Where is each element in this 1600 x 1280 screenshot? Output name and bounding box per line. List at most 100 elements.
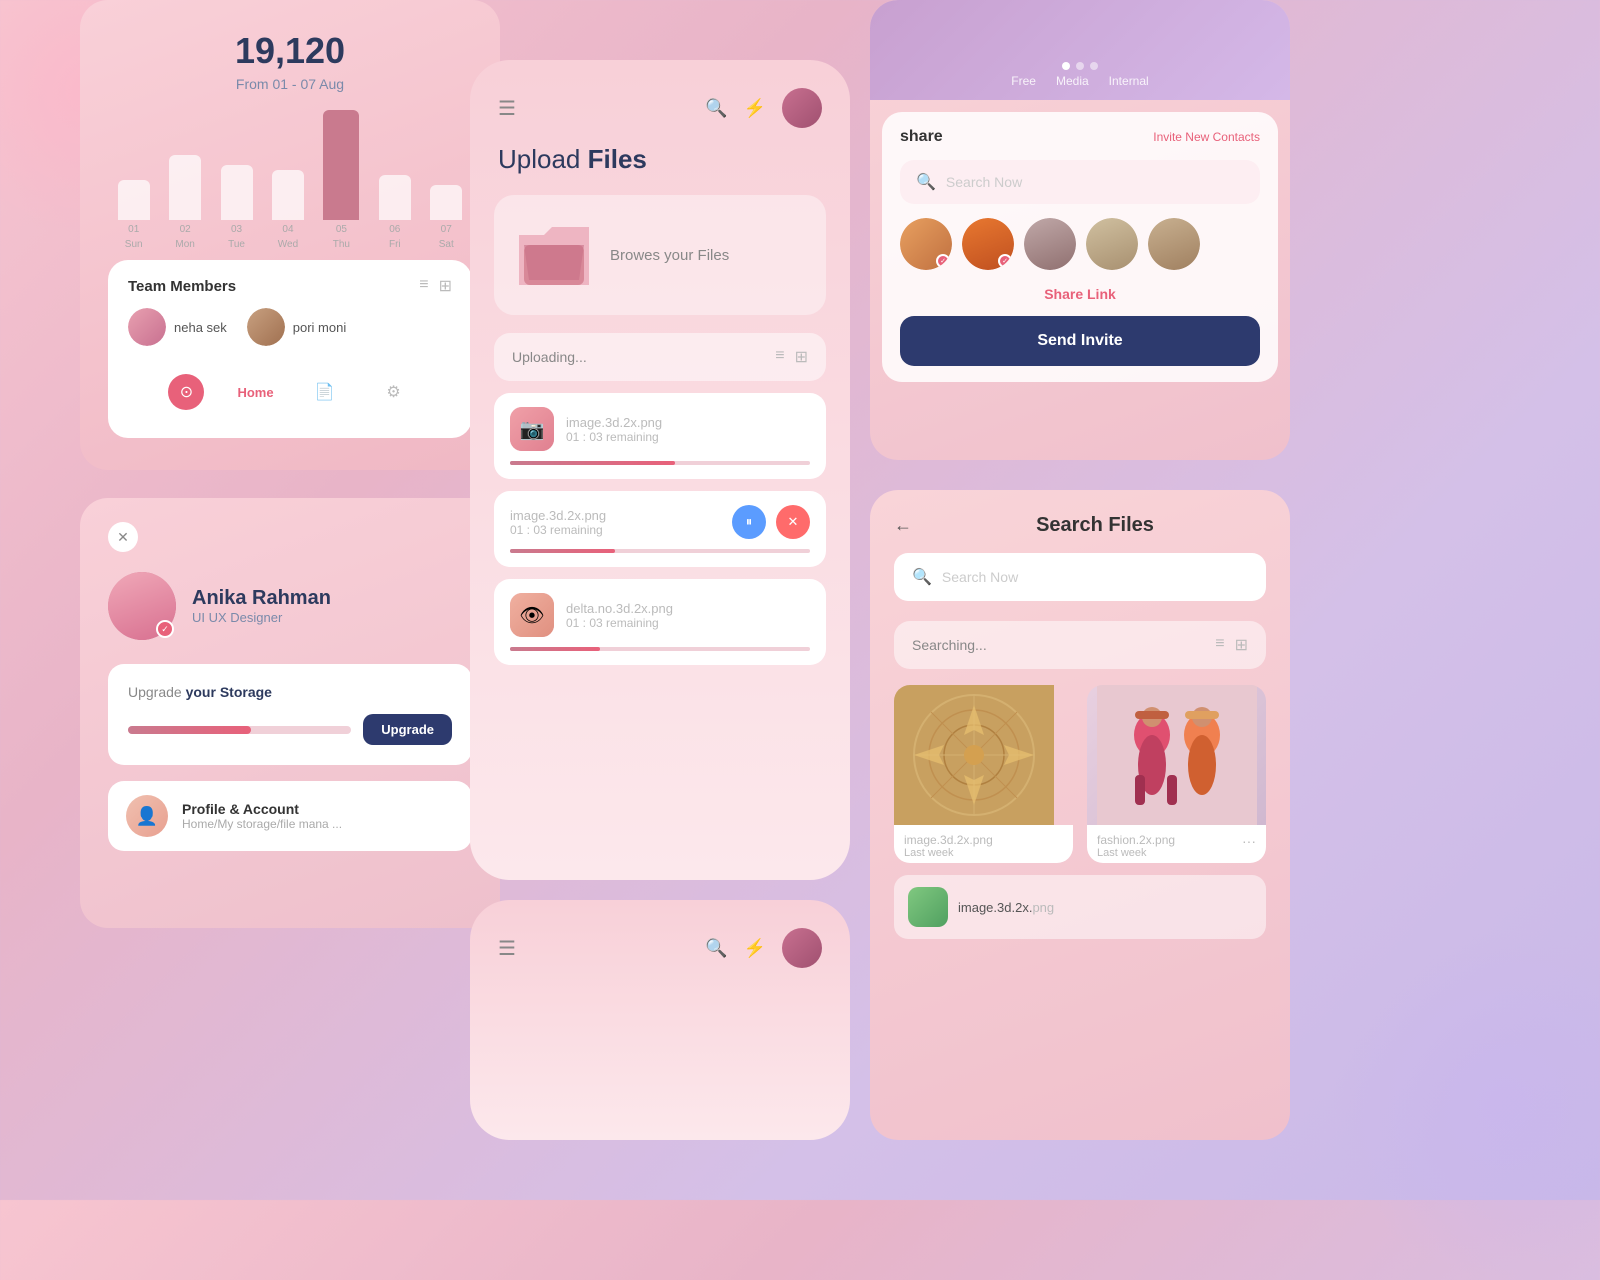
search-input-icon: 🔍 xyxy=(912,567,932,587)
team-section: Team Members ≡ ⊞ neha sek pori moni xyxy=(108,260,472,438)
tab-media[interactable]: Media xyxy=(1056,74,1089,88)
progress-fill-1 xyxy=(510,461,675,465)
file-controls: ⏸ ✕ xyxy=(732,505,810,539)
more-options-icon[interactable]: ··· xyxy=(1242,833,1256,849)
searching-bar: Searching... ≡ ⊞ xyxy=(894,621,1266,669)
account-text: Profile & Account Home/My storage/file m… xyxy=(182,801,342,831)
menu2-icon[interactable]: ☰ xyxy=(498,936,516,961)
member-avatar-1 xyxy=(128,308,166,346)
dot-2 xyxy=(1076,62,1084,70)
share-avatar-3[interactable] xyxy=(1024,218,1076,270)
account-path: Home/My storage/file mana ... xyxy=(182,817,342,831)
member-name-2: pori moni xyxy=(293,320,346,335)
grid-icon-search[interactable]: ⊞ xyxy=(1235,635,1248,655)
account-icon: 👤 xyxy=(126,795,168,837)
list-icon-search[interactable]: ≡ xyxy=(1215,635,1224,655)
cancel-button[interactable]: ✕ xyxy=(776,505,810,539)
upgrade-button[interactable]: Upgrade xyxy=(363,714,452,745)
search-header: ← Search Files xyxy=(894,514,1266,537)
nav-file-btn[interactable]: 📄 xyxy=(307,374,343,410)
team-title: Team Members xyxy=(128,278,236,295)
progress-bg-1 xyxy=(510,461,810,465)
searching-text: Searching... xyxy=(912,637,987,653)
upload-drop-zone[interactable]: Browes your Files xyxy=(494,195,826,315)
uploading-bar: Uploading... ≡ ⊞ xyxy=(494,333,826,381)
close-button[interactable]: ✕ xyxy=(108,522,138,552)
bar-col-3: 03 Tue xyxy=(221,165,253,250)
filter2-icon[interactable]: ⚡ xyxy=(744,938,766,959)
mandala-art xyxy=(894,685,1054,825)
share-search-box[interactable]: 🔍 Search Now xyxy=(900,160,1260,204)
result-2-name: fashion.2x.png xyxy=(1097,833,1175,847)
pause-button[interactable]: ⏸ xyxy=(732,505,766,539)
storage-bar-bg xyxy=(128,726,351,734)
progress-bg-2 xyxy=(510,549,810,553)
uploading-icons: ≡ ⊞ xyxy=(775,347,808,367)
fashion-art xyxy=(1097,685,1257,825)
nav-home-btn[interactable]: ⊙ xyxy=(168,374,204,410)
tab-internal[interactable]: Internal xyxy=(1109,74,1149,88)
small-result: image.3d.2x.png xyxy=(894,875,1266,939)
send-invite-button[interactable]: Send Invite xyxy=(900,316,1260,366)
dot-3 xyxy=(1090,62,1098,70)
member-img-1 xyxy=(128,308,166,346)
avatar-img-3 xyxy=(1024,218,1076,270)
bottom-nav: ⊙ Home 📄 ⚙ xyxy=(128,362,452,422)
upload-header-icons: 🔍 ⚡ xyxy=(705,88,822,128)
bar-6 xyxy=(379,175,411,220)
bar-7 xyxy=(430,185,462,220)
grid-icon[interactable]: ⊞ xyxy=(439,276,452,296)
upload2-header: ☰ 🔍 ⚡ xyxy=(470,900,850,984)
share-avatar-5[interactable] xyxy=(1148,218,1200,270)
camera-icon: 📷 xyxy=(510,407,554,451)
result-2-date: Last week xyxy=(1097,847,1175,859)
stats-subtitle: From 01 - 07 Aug xyxy=(108,76,472,92)
grid-view-icon[interactable]: ⊞ xyxy=(795,347,808,367)
share-top-image: Free Media Internal xyxy=(870,0,1290,100)
file-item-2: image.3d.2x.png 01 : 03 remaining ⏸ ✕ xyxy=(494,491,826,567)
file-name-3: delta.no.3d.2x.png xyxy=(566,601,810,616)
list-view-icon[interactable]: ≡ xyxy=(775,347,784,367)
bar-col-1: 01 Sun xyxy=(118,180,150,250)
list-icon[interactable]: ≡ xyxy=(419,276,428,296)
share-card: Free Media Internal share Invite New Con… xyxy=(870,0,1290,460)
member-1: neha sek xyxy=(128,308,227,346)
result-1-date: Last week xyxy=(904,847,1063,859)
file-name-2: image.3d.2x.png xyxy=(510,508,720,523)
member-img-2 xyxy=(247,308,285,346)
share-avatar-4[interactable] xyxy=(1086,218,1138,270)
team-members-list: neha sek pori moni xyxy=(128,308,452,346)
nav-gear-btn[interactable]: ⚙ xyxy=(376,374,412,410)
filter-icon[interactable]: ⚡ xyxy=(744,98,766,119)
file-item-1: 📷 image.3d.2x.png 01 : 03 remaining xyxy=(494,393,826,479)
bar-3 xyxy=(221,165,253,220)
result-1[interactable]: image.3d.2x.png Last week xyxy=(894,685,1073,863)
back-button[interactable]: ← xyxy=(894,515,912,536)
file-time-2: 01 : 03 remaining xyxy=(510,523,720,537)
tab-free[interactable]: Free xyxy=(1011,74,1036,88)
share-link[interactable]: Share Link xyxy=(900,286,1260,302)
search2-icon[interactable]: 🔍 xyxy=(705,938,727,959)
share-title: share xyxy=(900,128,943,146)
search-input-box[interactable]: 🔍 Search Now xyxy=(894,553,1266,601)
search-icon[interactable]: 🔍 xyxy=(705,98,727,119)
account-title: Profile & Account xyxy=(182,801,342,817)
home-icon: ⊙ xyxy=(180,382,193,402)
invite-new-contacts[interactable]: Invite New Contacts xyxy=(1153,130,1260,144)
result-1-label: image.3d.2x.png Last week xyxy=(894,825,1073,863)
avatar-check-2: ✓ xyxy=(998,254,1012,268)
profile-text: Anika Rahman UI UX Designer xyxy=(192,587,331,625)
small-thumb xyxy=(908,887,948,927)
file-name-wrap-3: delta.no.3d.2x.png 01 : 03 remaining xyxy=(566,601,810,630)
profile-avatar-wrap: ✓ xyxy=(108,572,176,640)
user-avatar xyxy=(782,88,822,128)
profile-account[interactable]: 👤 Profile & Account Home/My storage/file… xyxy=(108,781,472,851)
menu-icon[interactable]: ☰ xyxy=(498,96,516,121)
bar-col-2: 02 Mon xyxy=(169,155,201,250)
result-2[interactable]: fashion.2x.png Last week ··· xyxy=(1087,685,1266,863)
share-avatar-1[interactable]: ✓ xyxy=(900,218,952,270)
share-avatar-2[interactable]: ✓ xyxy=(962,218,1014,270)
share-search-placeholder: Search Now xyxy=(946,174,1022,190)
small-result-name: image.3d.2x.png xyxy=(958,900,1054,915)
folder-icon xyxy=(514,215,594,295)
